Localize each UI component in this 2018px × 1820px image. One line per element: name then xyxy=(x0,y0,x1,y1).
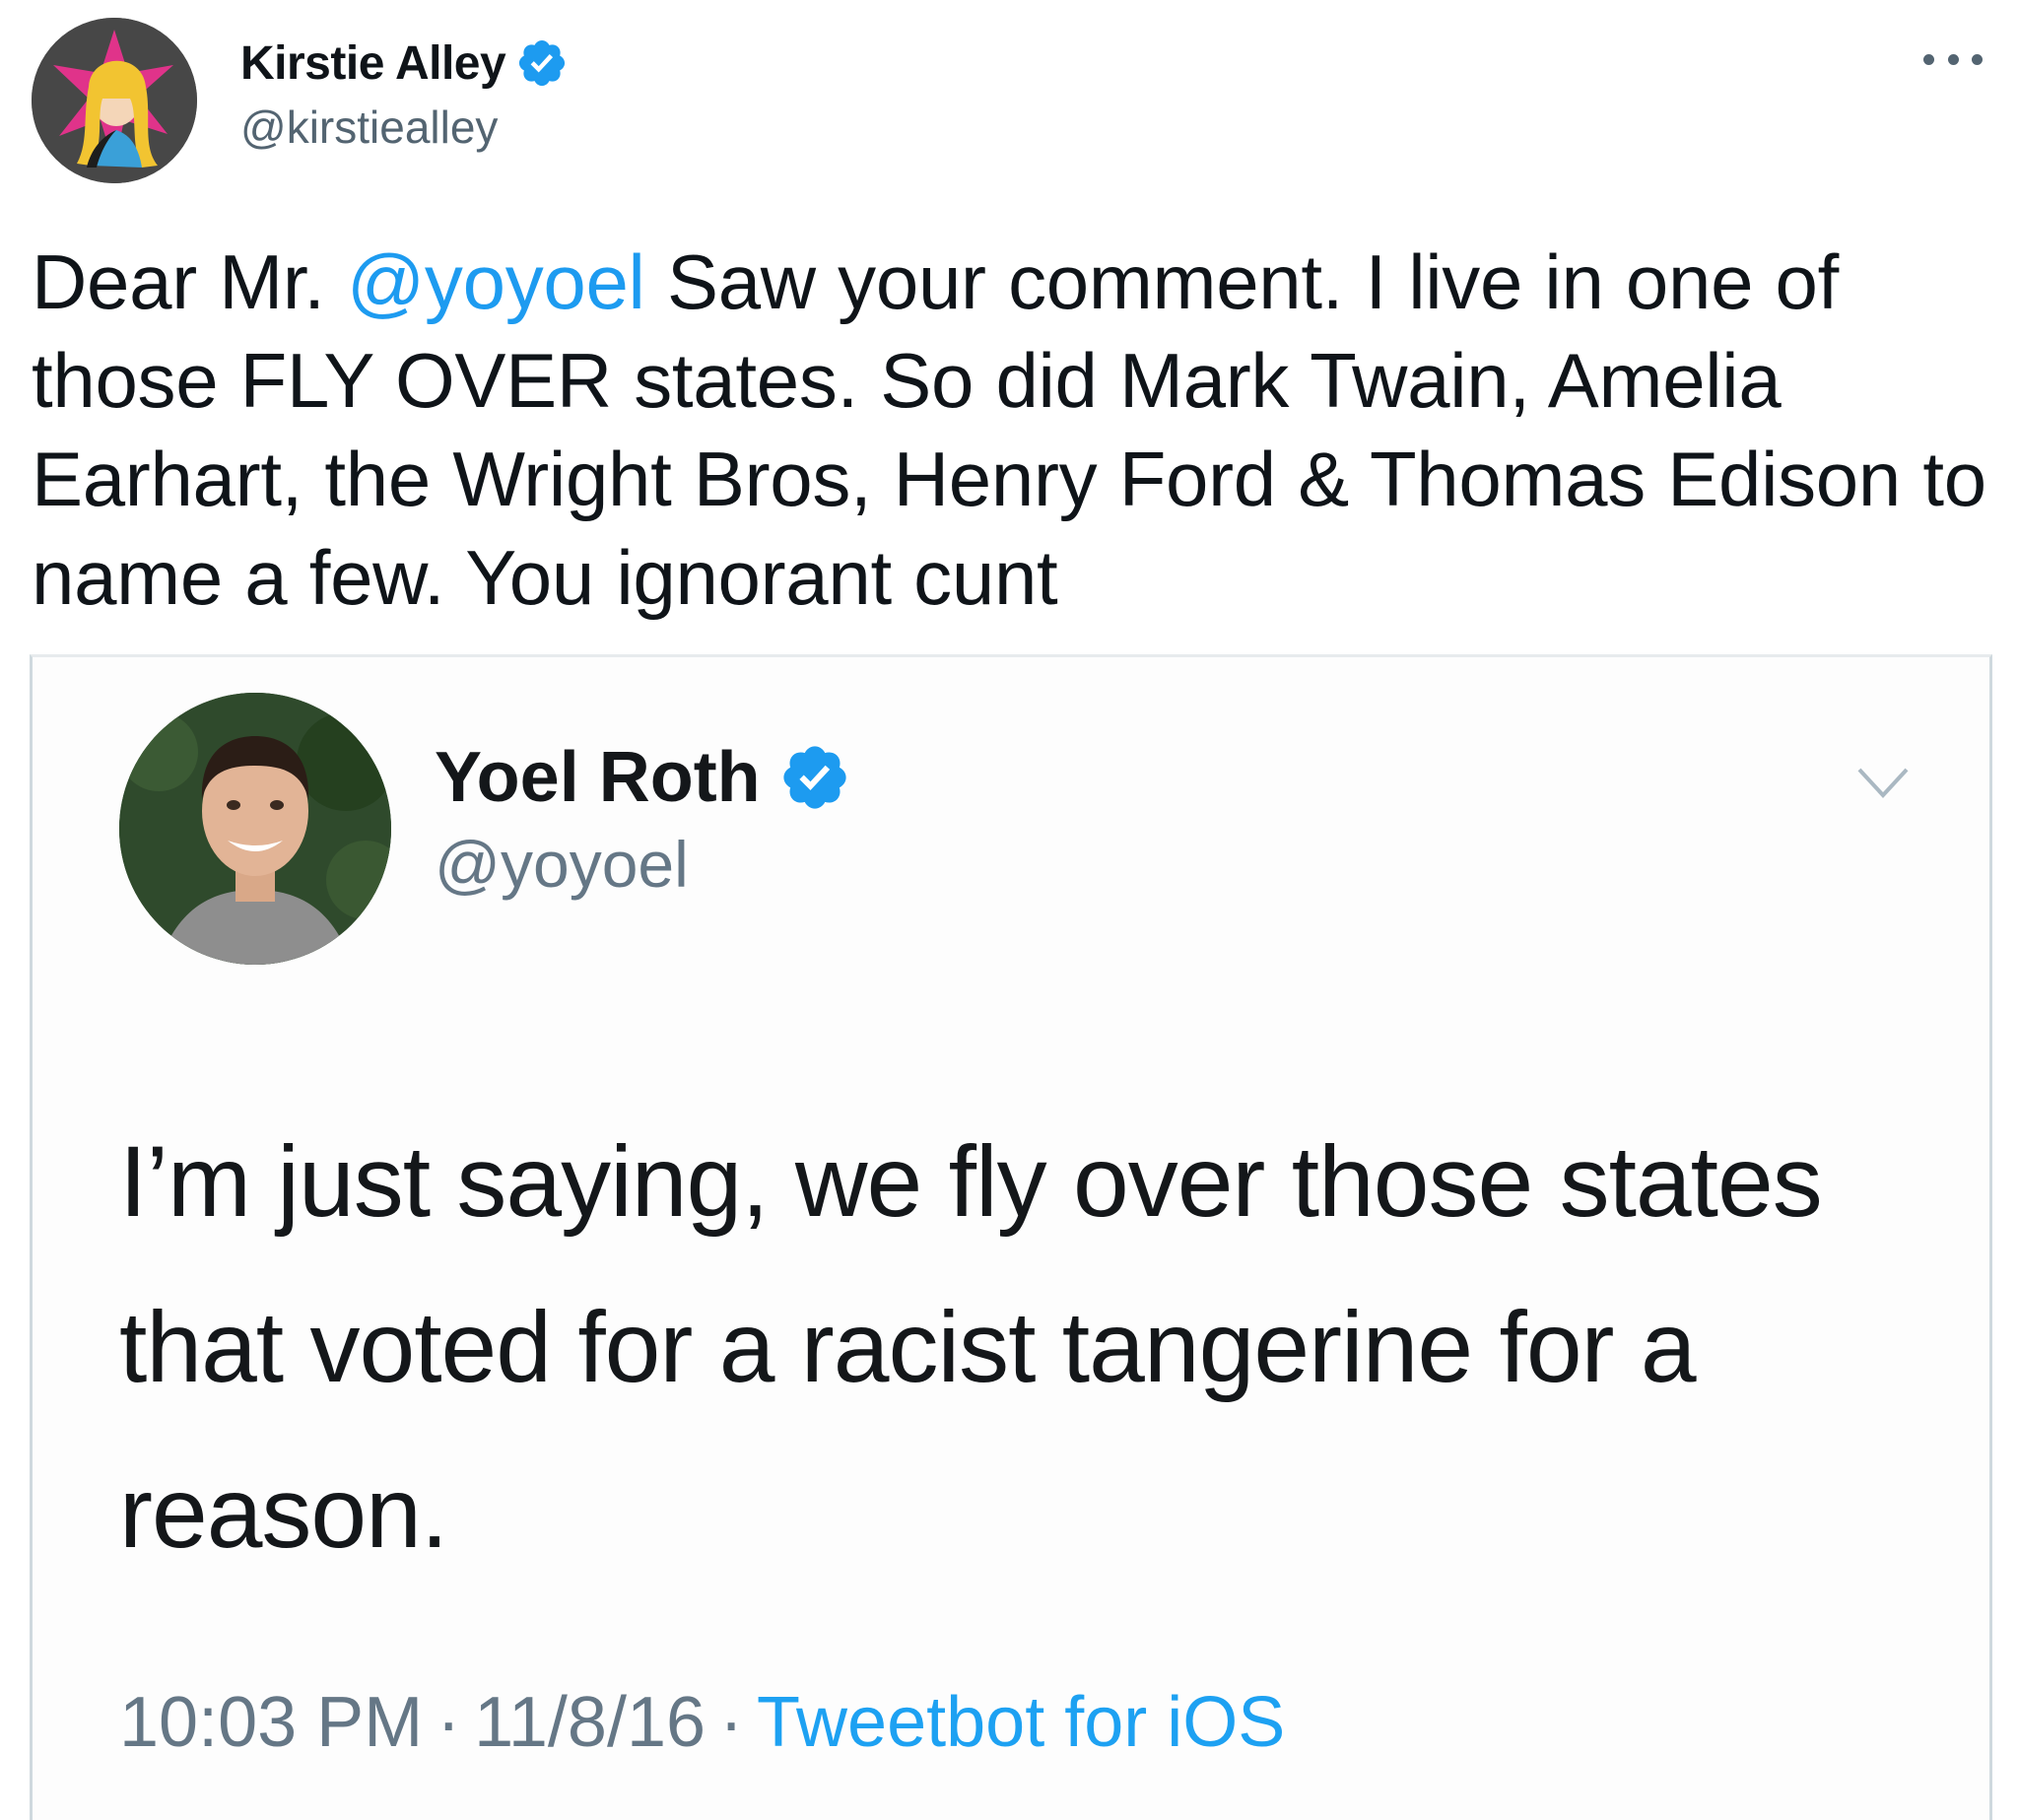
author-block: Kirstie Alley @kirstiealley xyxy=(240,32,569,154)
meta-separator: · xyxy=(437,1683,461,1762)
author-name-row: Kirstie Alley xyxy=(240,32,569,95)
mention-link[interactable]: @yoyoel xyxy=(347,238,645,325)
quoted-author-avatar[interactable] xyxy=(119,693,391,965)
quoted-tweet-text: I’m just saying, we fly over those state… xyxy=(119,1125,1823,1569)
more-options-button[interactable] xyxy=(1923,39,1983,79)
tweet-text: Dear Mr. @yoyoel Saw your comment. I liv… xyxy=(32,233,1986,627)
quoted-date: 11/8/16 xyxy=(474,1683,706,1762)
quoted-author-name[interactable]: Yoel Roth xyxy=(435,737,761,818)
more-dot xyxy=(1972,53,1983,65)
quoted-tweet-meta: 10:03 PM · 11/8/16 · Tweetbot for iOS xyxy=(119,1682,1285,1763)
tweet-header: Kirstie Alley @kirstiealley xyxy=(32,18,1986,185)
tweet-text-before: Dear Mr. xyxy=(32,238,348,325)
quoted-client-link[interactable]: Tweetbot for iOS xyxy=(757,1683,1285,1762)
author-handle[interactable]: @kirstiealley xyxy=(240,101,569,154)
quoted-time: 10:03 PM xyxy=(119,1683,424,1762)
verified-badge-icon xyxy=(519,39,566,87)
author-name[interactable]: Kirstie Alley xyxy=(240,36,506,91)
quoted-tweet-card[interactable]: Yoel Roth @yoyoel I’m just saying, we fl… xyxy=(30,654,1992,1820)
more-dot xyxy=(1923,53,1934,65)
more-dot xyxy=(1947,53,1959,65)
quoted-author-block: Yoel Roth @yoyoel xyxy=(435,736,851,902)
quoted-name-row: Yoel Roth xyxy=(435,736,851,819)
quoted-author-handle[interactable]: @yoyoel xyxy=(435,827,851,902)
meta-separator: · xyxy=(719,1683,744,1762)
chevron-down-icon[interactable] xyxy=(1855,764,1911,803)
author-avatar[interactable] xyxy=(32,18,197,183)
verified-badge-icon xyxy=(783,746,846,809)
